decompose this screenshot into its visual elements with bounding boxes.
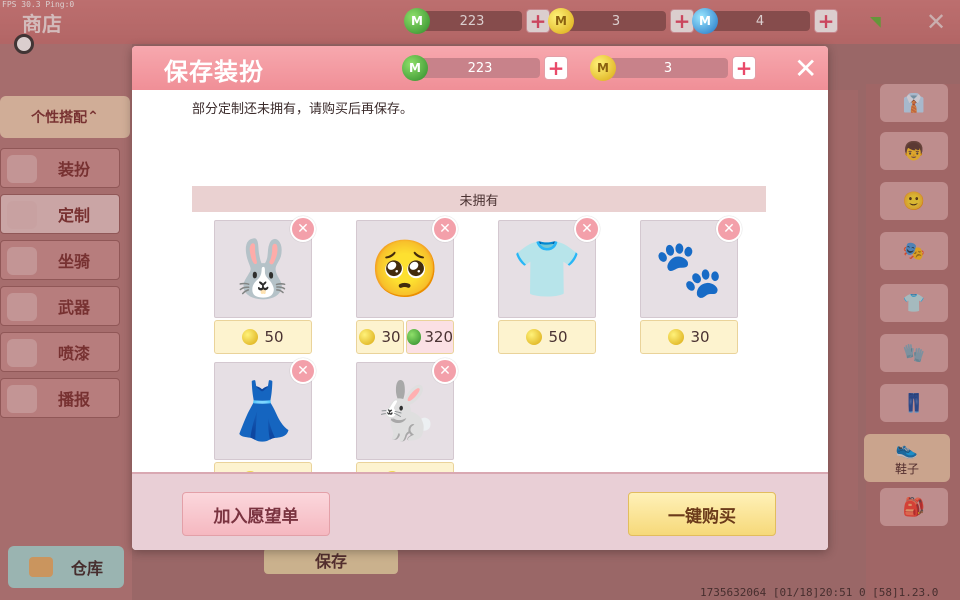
- paw-glove-icon: 🐾: [654, 237, 724, 302]
- remove-item-button[interactable]: ✕: [290, 216, 316, 242]
- dialog-header: 保存装扮 M 223 + M 3 + ✕: [132, 46, 828, 90]
- remove-item-button[interactable]: ✕: [432, 358, 458, 384]
- price-value: 320: [424, 328, 453, 346]
- add-to-wishlist-button[interactable]: 加入愿望单: [182, 492, 330, 536]
- dialog-title: 保存装扮: [164, 58, 264, 86]
- gold-coin-icon: M: [590, 55, 616, 81]
- gold-coin-icon: [359, 329, 376, 345]
- remove-item-button[interactable]: ✕: [290, 358, 316, 384]
- remove-item-button[interactable]: ✕: [716, 216, 742, 242]
- bunny-slipper-icon: 🐇: [370, 379, 440, 444]
- price-button[interactable]: 50: [214, 320, 312, 354]
- gem-icon: [407, 329, 422, 345]
- price-button[interactable]: 30: [640, 320, 738, 354]
- section-header: 未拥有: [192, 186, 766, 212]
- bunny-hair-icon: 🐰: [228, 237, 298, 302]
- dialog-body: 部分定制还未拥有，请购买后再保存。 未拥有 🐰 ✕ 50 🥺 ✕ 30 320: [132, 90, 828, 496]
- add-gold-button[interactable]: +: [732, 56, 756, 80]
- gold-counter: M 3 +: [590, 55, 756, 81]
- gem-icon: M: [402, 55, 428, 81]
- close-icon[interactable]: ✕: [794, 52, 817, 85]
- sweater-icon: 👕: [512, 237, 582, 302]
- price-value: 50: [264, 328, 284, 346]
- gold-coin-icon: [668, 329, 685, 345]
- price-gem-button[interactable]: 320: [406, 320, 454, 354]
- buy-all-button[interactable]: 一键购买: [628, 492, 776, 536]
- price-gold-button[interactable]: 30: [356, 320, 404, 354]
- price-value: 50: [548, 328, 568, 346]
- price-value: 30: [690, 328, 710, 346]
- dialog-footer: 加入愿望单 一键购买: [132, 472, 828, 550]
- gem-value: 223: [420, 58, 540, 78]
- gold-coin-icon: [242, 329, 259, 345]
- face-icon: 🥺: [370, 237, 440, 302]
- save-outfit-dialog: 保存装扮 M 223 + M 3 + ✕ 部分定制还未拥有，请购买后再保存。 未…: [132, 46, 828, 550]
- gold-coin-icon: M: [548, 8, 574, 34]
- skirt-icon: 👗: [228, 379, 298, 444]
- notice-text: 部分定制还未拥有，请购买后再保存。: [192, 102, 414, 117]
- add-gem-button[interactable]: +: [544, 56, 568, 80]
- gold-coin-icon: [526, 329, 543, 345]
- blue-gem-icon: M: [692, 8, 718, 34]
- price-value: 30: [381, 328, 401, 346]
- remove-item-button[interactable]: ✕: [574, 216, 600, 242]
- price-button[interactable]: 50: [498, 320, 596, 354]
- gold-value: 3: [608, 58, 728, 78]
- gem-icon: M: [404, 8, 430, 34]
- remove-item-button[interactable]: ✕: [432, 216, 458, 242]
- gem-counter: M 223 +: [402, 55, 568, 81]
